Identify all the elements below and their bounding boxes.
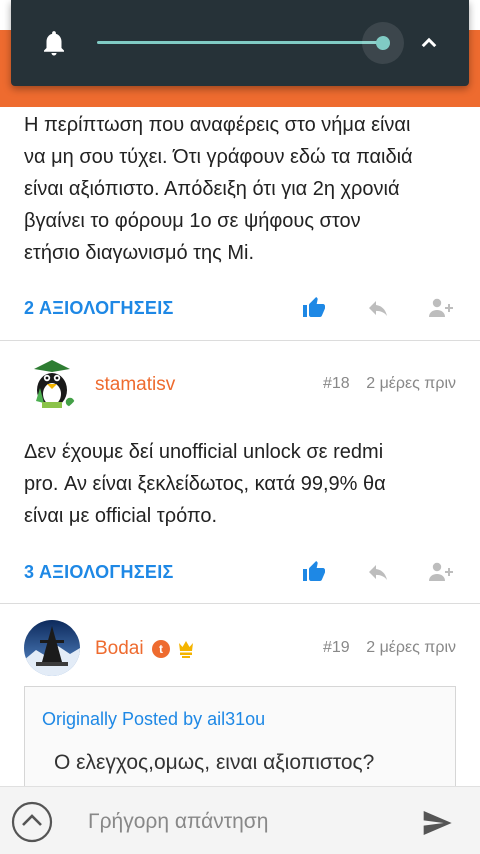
post-body: Δεν έχουμε δεί unofficial unlock σε redm… — [24, 436, 464, 532]
chevron-up-icon[interactable] — [414, 28, 444, 58]
volume-slider-track[interactable] — [97, 41, 383, 44]
username[interactable]: Bodai — [95, 638, 144, 660]
post-header: stamatisv #18 2 μέρες πριν — [0, 356, 480, 416]
post-line: Δεν έχουμε δεί unofficial unlock σε redm… — [24, 441, 384, 463]
volume-slider-thumb[interactable] — [376, 36, 390, 50]
quote-block: Originally Posted by ail31ou Ο ελεγχος,ο… — [24, 686, 456, 796]
post-line: pro. Αν είναι ξεκλείδωτος, κατά 99,9% θα — [24, 473, 386, 495]
post-number[interactable]: #19 — [323, 639, 350, 657]
post-actions: 2 ΑΞΙΟΛΟΓΗΣΕΙΣ — [0, 280, 480, 340]
post-line: βγαίνει το φόρουμ 1ο σε ψήφους στον — [24, 210, 361, 232]
post-body: Η περίπτωση που αναφέρεις στο νήμα είναι… — [24, 109, 464, 269]
post-line: είναι αξιόπιστο. Απόδειξη ότι για 2η χρο… — [24, 178, 400, 200]
post-line: να μη σου τύχει. Ότι γράφουν εδώ τα παιδ… — [24, 146, 413, 168]
bell-icon[interactable] — [39, 27, 69, 59]
thumbs-up-icon[interactable] — [301, 296, 327, 320]
avatar[interactable] — [24, 620, 80, 676]
volume-panel — [11, 0, 469, 86]
post-timestamp: 2 μέρες πριν — [366, 639, 456, 656]
post-line: είναι με official τρόπο. — [24, 505, 218, 527]
quote-text: Ο ελεγχος,ομως, ειναι αξιοπιστος? — [54, 751, 375, 774]
ratings-link[interactable]: 2 ΑΞΙΟΛΟΓΗΣΕΙΣ — [24, 298, 174, 319]
quote-author-link[interactable]: Originally Posted by ail31ou — [42, 709, 265, 730]
reply-icon[interactable] — [365, 560, 391, 584]
ratings-link[interactable]: 3 ΑΞΙΟΛΟΓΗΣΕΙΣ — [24, 562, 174, 583]
post-line: ετήσιο διαγωνισμό της Mi. — [24, 242, 255, 264]
expand-up-icon[interactable] — [11, 801, 53, 843]
thumbs-up-icon[interactable] — [301, 560, 327, 584]
post-divider — [0, 603, 480, 604]
post-timestamp: 2 μέρες πριν — [366, 375, 456, 392]
add-user-icon[interactable] — [428, 296, 454, 320]
send-icon[interactable] — [416, 807, 458, 839]
post-actions: 3 ΑΞΙΟΛΟΓΗΣΕΙΣ — [0, 544, 480, 604]
quick-reply-bar — [0, 786, 480, 854]
crown-icon — [179, 641, 193, 658]
add-user-icon[interactable] — [428, 560, 454, 584]
post-header: Bodai t #19 2 μέρες πριν — [0, 620, 480, 680]
post-line: Η περίπτωση που αναφέρεις στο νήμα είναι — [24, 114, 411, 136]
avatar[interactable] — [24, 356, 80, 412]
quick-reply-input[interactable] — [88, 808, 388, 836]
username[interactable]: stamatisv — [95, 374, 175, 396]
user-badge: t — [152, 640, 170, 658]
post-number[interactable]: #18 — [323, 375, 350, 393]
post-divider — [0, 340, 480, 341]
reply-icon[interactable] — [365, 296, 391, 320]
